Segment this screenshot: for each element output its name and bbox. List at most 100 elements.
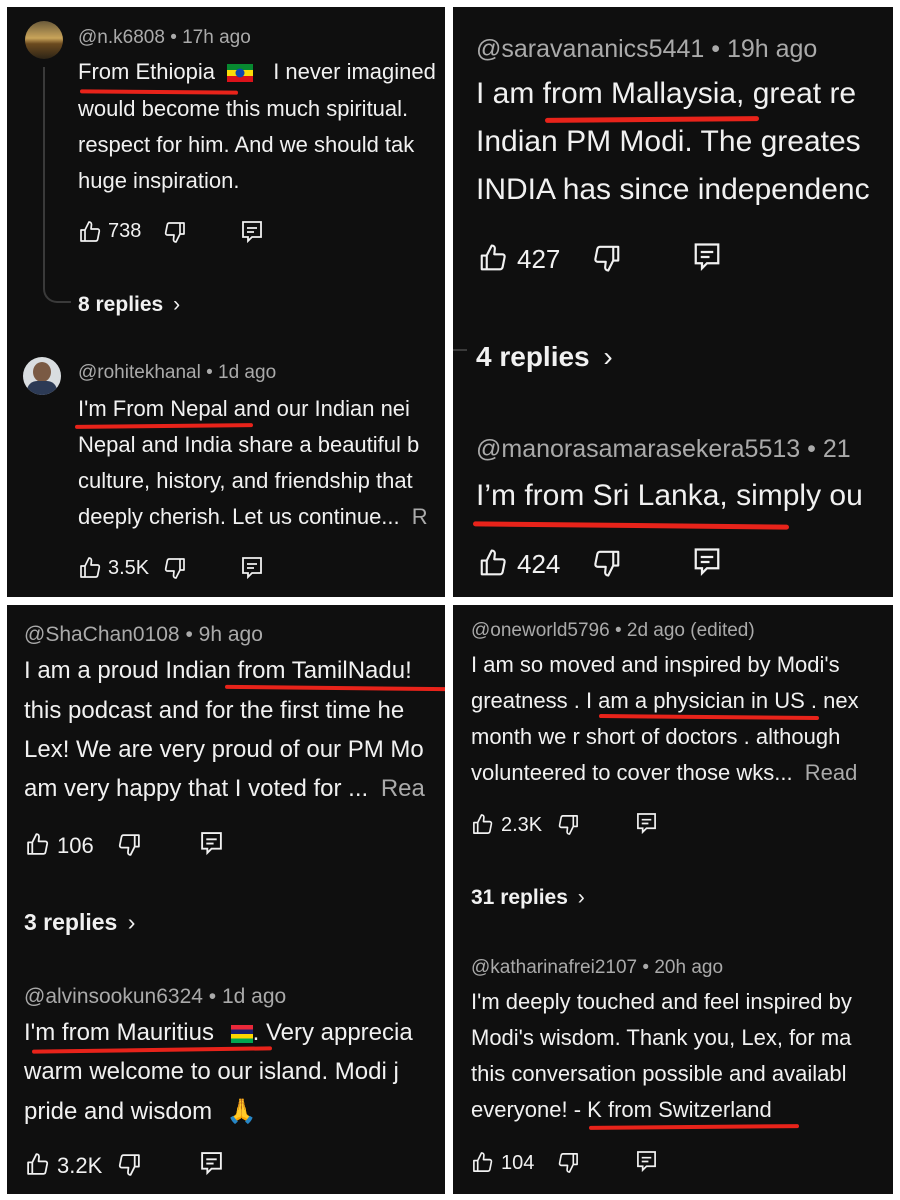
comment-line: this conversation possible and availabl	[471, 1061, 847, 1086]
thumbs-up-icon[interactable]	[471, 1151, 494, 1174]
red-underline	[544, 116, 760, 123]
comment-line: I'm deeply touched and feel inspired by	[471, 989, 852, 1014]
thumbs-down-icon[interactable]	[163, 556, 187, 580]
comment-header: @ShaChan0108 • 9h ago	[24, 623, 263, 647]
thumbs-up-icon[interactable]	[25, 832, 50, 857]
comment-handle[interactable]: @rohitekhanal	[78, 362, 201, 383]
thumbs-down-icon[interactable]	[557, 813, 580, 836]
comment-line: respect for him. And we should tak	[78, 132, 415, 157]
comment-line: deeply cherish. Let us continue... R	[78, 504, 428, 530]
thumbs-up-icon[interactable]	[471, 813, 494, 836]
red-underline	[74, 423, 254, 429]
comment-line: I am a proud Indian from TamilNadu!	[24, 657, 412, 684]
folded-hands-icon: 🙏	[226, 1097, 257, 1125]
comment-header: @katharinafrei2107 • 20h ago	[471, 957, 723, 979]
comment-line: Modi's wisdom. Thank you, Lex, for ma	[471, 1025, 852, 1050]
reply-icon[interactable]	[200, 831, 223, 856]
comment-handle[interactable]: @katharinafrei2107	[471, 957, 637, 978]
comment-header: @manorasamarasekera5513 • 21	[476, 435, 851, 464]
avatar[interactable]	[25, 21, 63, 59]
reply-icon[interactable]	[241, 556, 263, 580]
comment-handle[interactable]: @n.k6808	[78, 27, 165, 48]
reply-icon[interactable]	[241, 220, 263, 244]
comment-line: pride and wisdom 🙏	[24, 1097, 257, 1126]
comment-line: I’m from Sri Lanka, simply ou	[476, 479, 863, 512]
reply-icon[interactable]	[693, 242, 721, 272]
red-underline	[588, 1124, 800, 1130]
reply-icon[interactable]	[636, 1150, 657, 1173]
thumbs-down-icon[interactable]	[592, 548, 622, 578]
chevron-right-icon: ›	[173, 293, 181, 316]
like-count: 427	[517, 244, 561, 274]
view-replies-link[interactable]: 8 replies ›	[78, 293, 180, 317]
comment-line: I am from Mallaysia, great re	[476, 77, 857, 110]
comment-line: warm welcome to our island. Modi j	[24, 1058, 399, 1085]
reply-icon[interactable]	[200, 1151, 223, 1176]
thumbs-down-icon[interactable]	[163, 220, 187, 244]
comment-age: • 2d ago (edited)	[614, 620, 755, 641]
thumbs-down-icon[interactable]	[592, 243, 622, 273]
thumbs-up-icon[interactable]	[78, 220, 102, 244]
comment-line: From Ethiopia I never imagined	[78, 59, 436, 85]
comment-age: • 17h ago	[170, 27, 251, 48]
ethiopia-flag-icon	[227, 64, 254, 83]
red-underline	[79, 89, 239, 95]
comment-age: • 21	[807, 435, 851, 463]
read-more-link[interactable]: Rea	[381, 775, 425, 802]
comment-text: am very happy that I voted for ...	[24, 775, 369, 802]
comment-header: @alvinsookun6324 • 1d ago	[24, 985, 286, 1009]
thumbs-down-icon[interactable]	[557, 1151, 580, 1174]
thumbs-up-icon[interactable]	[478, 548, 508, 578]
comment-text: I never imagined	[273, 59, 436, 84]
thumbs-up-icon[interactable]	[25, 1152, 50, 1177]
comment-line: huge inspiration.	[78, 168, 240, 193]
red-underline	[224, 684, 445, 692]
reply-icon[interactable]	[693, 547, 721, 577]
thumbs-down-icon[interactable]	[117, 832, 142, 857]
like-count: 104	[501, 1152, 535, 1174]
avatar[interactable]	[23, 357, 61, 395]
comment-line: INDIA has since independenc	[476, 173, 870, 206]
comment-handle[interactable]: @manorasamarasekera5513	[476, 435, 800, 463]
comment-text: From Ethiopia	[78, 59, 215, 84]
comment-text: volunteered to cover those wks...	[471, 760, 793, 785]
comment-line: I'm From Nepal and our Indian nei	[78, 396, 410, 421]
like-count: 2.3K	[501, 814, 543, 836]
comment-age: • 20h ago	[642, 957, 724, 978]
comment-header: @saravananics5441 • 19h ago	[476, 35, 817, 64]
comment-line: Lex! We are very proud of our PM Mo	[24, 736, 424, 763]
comment-line: this podcast and for the first time he	[24, 697, 405, 724]
comment-age: • 19h ago	[711, 35, 818, 63]
reply-icon[interactable]	[636, 812, 657, 835]
replies-label: 4 replies	[476, 341, 590, 372]
comment-age: • 1d ago	[208, 985, 287, 1008]
read-more-link[interactable]: R	[412, 504, 428, 529]
thumbs-down-icon[interactable]	[117, 1152, 142, 1177]
thumbs-up-icon[interactable]	[478, 243, 508, 273]
like-count: 3.5K	[108, 557, 150, 579]
comment-line: month we r short of doctors . although	[471, 724, 841, 749]
thumbs-up-icon[interactable]	[78, 556, 102, 580]
view-replies-link[interactable]: 4 replies ›	[476, 341, 613, 373]
chevron-right-icon: ›	[127, 909, 136, 935]
thread-line	[43, 67, 71, 303]
view-replies-link[interactable]: 31 replies ›	[471, 886, 585, 910]
red-underline	[598, 714, 820, 720]
comment-panel-1: @n.k6808 • 17h ago From Ethiopia I never…	[7, 7, 445, 597]
like-count: 3.2K	[57, 1153, 103, 1178]
chevron-right-icon: ›	[577, 886, 585, 909]
comment-line: everyone! - K from Switzerland	[471, 1097, 772, 1122]
comment-line: greatness . I am a physician in US . nex	[471, 688, 859, 713]
replies-label: 8 replies	[78, 293, 164, 316]
read-more-link[interactable]: Read	[805, 760, 858, 785]
mauritius-flag-icon	[230, 1024, 253, 1043]
comment-handle[interactable]: @alvinsookun6324	[24, 985, 203, 1008]
like-count: 106	[57, 833, 94, 858]
comment-line: Nepal and India share a beautiful b	[78, 432, 420, 457]
comment-handle[interactable]: @ShaChan0108	[24, 623, 180, 646]
replies-label: 31 replies	[471, 886, 568, 909]
comment-handle[interactable]: @oneworld5796	[471, 620, 610, 641]
comment-panel-3: @ShaChan0108 • 9h ago I am a proud India…	[7, 605, 445, 1194]
comment-handle[interactable]: @saravananics5441	[476, 35, 704, 63]
view-replies-link[interactable]: 3 replies ›	[24, 909, 135, 936]
